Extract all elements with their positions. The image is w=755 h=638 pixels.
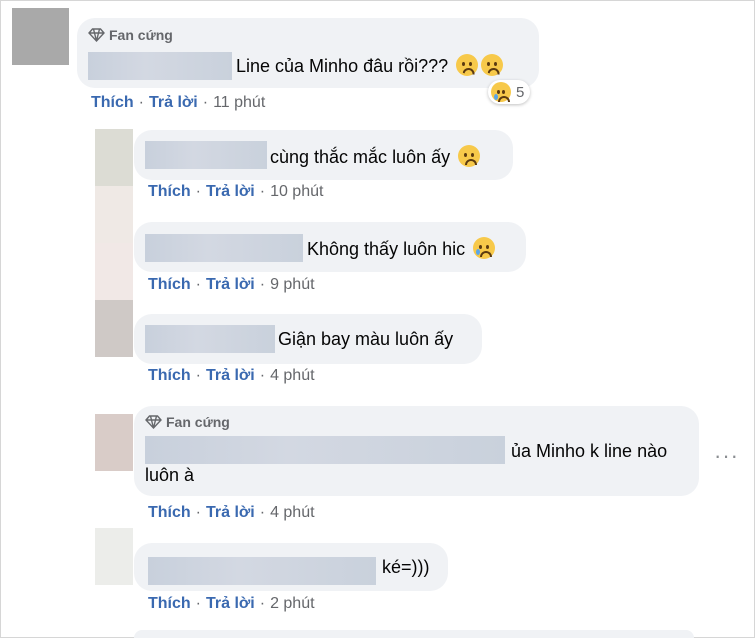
avatar[interactable] bbox=[95, 186, 133, 243]
badge-label: Fan cứng bbox=[166, 414, 230, 430]
crying-emoji-icon bbox=[473, 237, 496, 259]
avatar[interactable] bbox=[12, 8, 69, 65]
more-options-icon[interactable]: ··· bbox=[714, 443, 739, 469]
reply-link[interactable]: Trả lời bbox=[149, 94, 198, 111]
like-link[interactable]: Thích bbox=[148, 595, 191, 612]
timestamp: 4 phút bbox=[270, 367, 315, 384]
comment-text-line-2: luôn à bbox=[145, 465, 195, 485]
fan-badge: Fan cứng bbox=[88, 27, 173, 43]
like-link[interactable]: Thích bbox=[148, 183, 191, 200]
timestamp: 10 phút bbox=[270, 183, 324, 200]
redacted-name bbox=[145, 141, 267, 169]
reaction-summary[interactable]: 5 bbox=[488, 80, 531, 104]
redacted-name bbox=[148, 557, 376, 585]
comment-text: cùng thắc mắc luôn ấy bbox=[270, 145, 481, 168]
reply-link[interactable]: Trả lời bbox=[206, 595, 255, 612]
reply-link[interactable]: Trả lời bbox=[206, 276, 255, 293]
like-link[interactable]: Thích bbox=[148, 504, 191, 521]
redacted-name bbox=[145, 436, 505, 464]
comment-text: Không thấy luôn hic bbox=[307, 237, 496, 260]
reaction-count: 5 bbox=[516, 83, 525, 101]
like-link[interactable]: Thích bbox=[148, 367, 191, 384]
like-link[interactable]: Thích bbox=[148, 276, 191, 293]
sad-emoji-icon bbox=[458, 145, 481, 167]
diamond-icon bbox=[145, 415, 162, 429]
avatar[interactable] bbox=[95, 528, 133, 585]
timestamp: 11 phút bbox=[213, 94, 266, 111]
timestamp: 4 phút bbox=[270, 504, 315, 521]
redacted-name bbox=[145, 325, 275, 353]
timestamp: 9 phút bbox=[270, 276, 315, 293]
comment-actions: Thích · Trả lời · 9 phút bbox=[148, 276, 315, 293]
reply-link[interactable]: Trả lời bbox=[206, 367, 255, 384]
timestamp: 2 phút bbox=[270, 595, 315, 612]
confused-emoji-icon bbox=[456, 54, 479, 76]
comment-actions: Thích · Trả lời · 11 phút bbox=[91, 94, 266, 111]
confused-emoji-icon bbox=[481, 54, 504, 76]
fan-badge: Fan cứng bbox=[145, 414, 230, 430]
reply-link[interactable]: Trả lời bbox=[206, 183, 255, 200]
comment-text-line-1: ủa Minho k line nào bbox=[511, 441, 668, 461]
comment-actions: Thích · Trả lời · 2 phút bbox=[148, 595, 315, 612]
redacted-name bbox=[88, 52, 232, 80]
reply-link[interactable]: Trả lời bbox=[206, 504, 255, 521]
badge-label: Fan cứng bbox=[109, 27, 173, 43]
redacted-name bbox=[145, 234, 303, 262]
comment-actions: Thích · Trả lời · 4 phút bbox=[148, 504, 315, 521]
avatar[interactable] bbox=[95, 300, 133, 357]
comment-text: ké=))) bbox=[382, 557, 430, 577]
comment-bubble bbox=[134, 630, 694, 638]
avatar[interactable] bbox=[95, 243, 133, 300]
comment-text: Line của Minho đâu rồi??? bbox=[236, 54, 504, 77]
avatar[interactable] bbox=[95, 414, 133, 471]
comment-actions: Thích · Trả lời · 10 phút bbox=[148, 183, 324, 200]
comment-text: Giận bay màu luôn ấy bbox=[278, 329, 454, 349]
comment-actions: Thích · Trả lời · 4 phút bbox=[148, 367, 315, 384]
like-link[interactable]: Thích bbox=[91, 94, 134, 111]
sad-emoji-icon bbox=[491, 82, 511, 102]
diamond-icon bbox=[88, 28, 105, 42]
avatar[interactable] bbox=[95, 129, 133, 186]
